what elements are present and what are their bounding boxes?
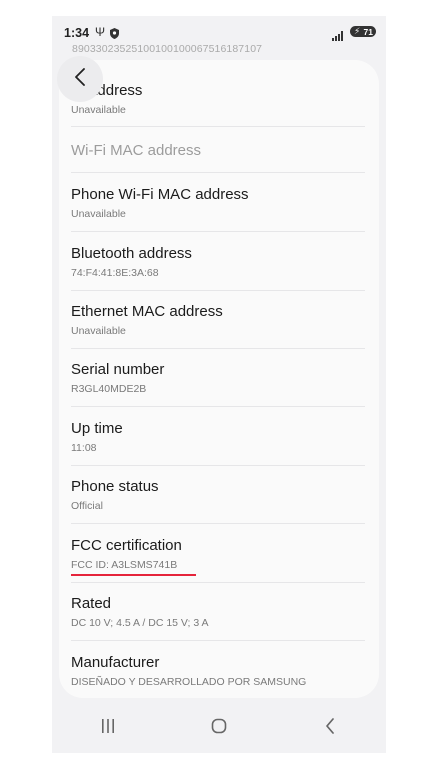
navigation-bar xyxy=(52,703,386,753)
status-time: 1:34 xyxy=(64,26,90,40)
iccid-value: 89033023525100100100067516187107 xyxy=(72,43,263,55)
item-title: Bluetooth address xyxy=(71,245,192,262)
status-bar: 1:34 Ψ ⚡ 71 xyxy=(52,16,386,46)
home-button[interactable] xyxy=(199,713,239,743)
item-title: Rated xyxy=(71,595,112,612)
item-subtitle: R3GL40MDE2B xyxy=(71,383,147,395)
usb-icon: Ψ xyxy=(95,25,106,39)
home-icon xyxy=(211,718,227,739)
item-subtitle: 74:F4:41:8E:3A:68 xyxy=(71,267,159,279)
divider xyxy=(71,523,365,524)
item-title: Manufacturer xyxy=(71,654,160,671)
list-item-bluetooth-address[interactable]: Bluetooth address 74:F4:41:8E:3A:68 xyxy=(71,245,365,279)
recents-button[interactable] xyxy=(88,713,128,743)
list-item-up-time[interactable]: Up time 11:08 xyxy=(71,420,365,454)
item-title: Phone Wi-Fi MAC address xyxy=(71,186,249,203)
battery-level: 71 xyxy=(363,26,373,37)
shield-icon xyxy=(110,26,119,44)
item-subtitle: Unavailable xyxy=(71,325,126,337)
item-subtitle: Unavailable xyxy=(71,104,126,116)
divider xyxy=(71,172,365,173)
item-subtitle: FCC ID: A3LSMS741B xyxy=(71,559,178,571)
item-subtitle: Official xyxy=(71,500,103,512)
divider xyxy=(71,640,365,641)
nav-back-button[interactable] xyxy=(310,713,350,743)
list-item-fcc-certification[interactable]: FCC certification FCC ID: A3LSMS741B xyxy=(71,537,365,571)
item-title: Ethernet MAC address xyxy=(71,303,223,320)
list-item-wifi-mac: Wi-Fi MAC address xyxy=(71,142,365,160)
item-subtitle: Unavailable xyxy=(71,208,126,220)
list-item-ip-address[interactable]: IP address Unavailable xyxy=(71,82,365,116)
signal-icon xyxy=(332,28,344,46)
battery-icon: ⚡ 71 xyxy=(350,26,376,37)
fcc-id-underline xyxy=(71,574,196,576)
divider xyxy=(71,406,365,407)
divider xyxy=(71,465,365,466)
chevron-left-icon xyxy=(74,67,86,91)
item-title: Serial number xyxy=(71,361,165,378)
item-subtitle: 11:08 xyxy=(71,442,97,454)
list-item-phone-status[interactable]: Phone status Official xyxy=(71,478,365,512)
divider xyxy=(71,126,365,127)
item-subtitle: DISEÑADO Y DESARROLLADO POR SAMSUNG xyxy=(71,676,307,688)
list-item-manufacturer[interactable]: Manufacturer DISEÑADO Y DESARROLLADO POR… xyxy=(71,654,365,688)
list-item-phone-wifi-mac[interactable]: Phone Wi-Fi MAC address Unavailable xyxy=(71,186,365,220)
item-subtitle: DC 10 V; 4.5 A / DC 15 V; 3 A xyxy=(71,617,209,629)
list-item-serial-number[interactable]: Serial number R3GL40MDE2B xyxy=(71,361,365,395)
item-title: FCC certification xyxy=(71,537,182,554)
item-title: Up time xyxy=(71,420,123,437)
item-title: Phone status xyxy=(71,478,159,495)
divider xyxy=(71,582,365,583)
list-item-rated[interactable]: Rated DC 10 V; 4.5 A / DC 15 V; 3 A xyxy=(71,595,365,629)
charging-bolt-icon: ⚡ xyxy=(354,26,361,36)
info-list: IP address Unavailable Wi-Fi MAC address… xyxy=(59,60,379,698)
divider xyxy=(71,231,365,232)
back-button[interactable] xyxy=(57,56,103,102)
list-item-ethernet-mac[interactable]: Ethernet MAC address Unavailable xyxy=(71,303,365,337)
divider xyxy=(71,348,365,349)
item-title: Wi-Fi MAC address xyxy=(71,142,202,159)
recents-icon xyxy=(100,718,116,739)
divider xyxy=(71,290,365,291)
back-icon xyxy=(324,717,336,739)
phone-screen: 1:34 Ψ ⚡ 71 8903302352510010010006751618… xyxy=(52,16,386,753)
item-title: IP address xyxy=(71,82,143,99)
